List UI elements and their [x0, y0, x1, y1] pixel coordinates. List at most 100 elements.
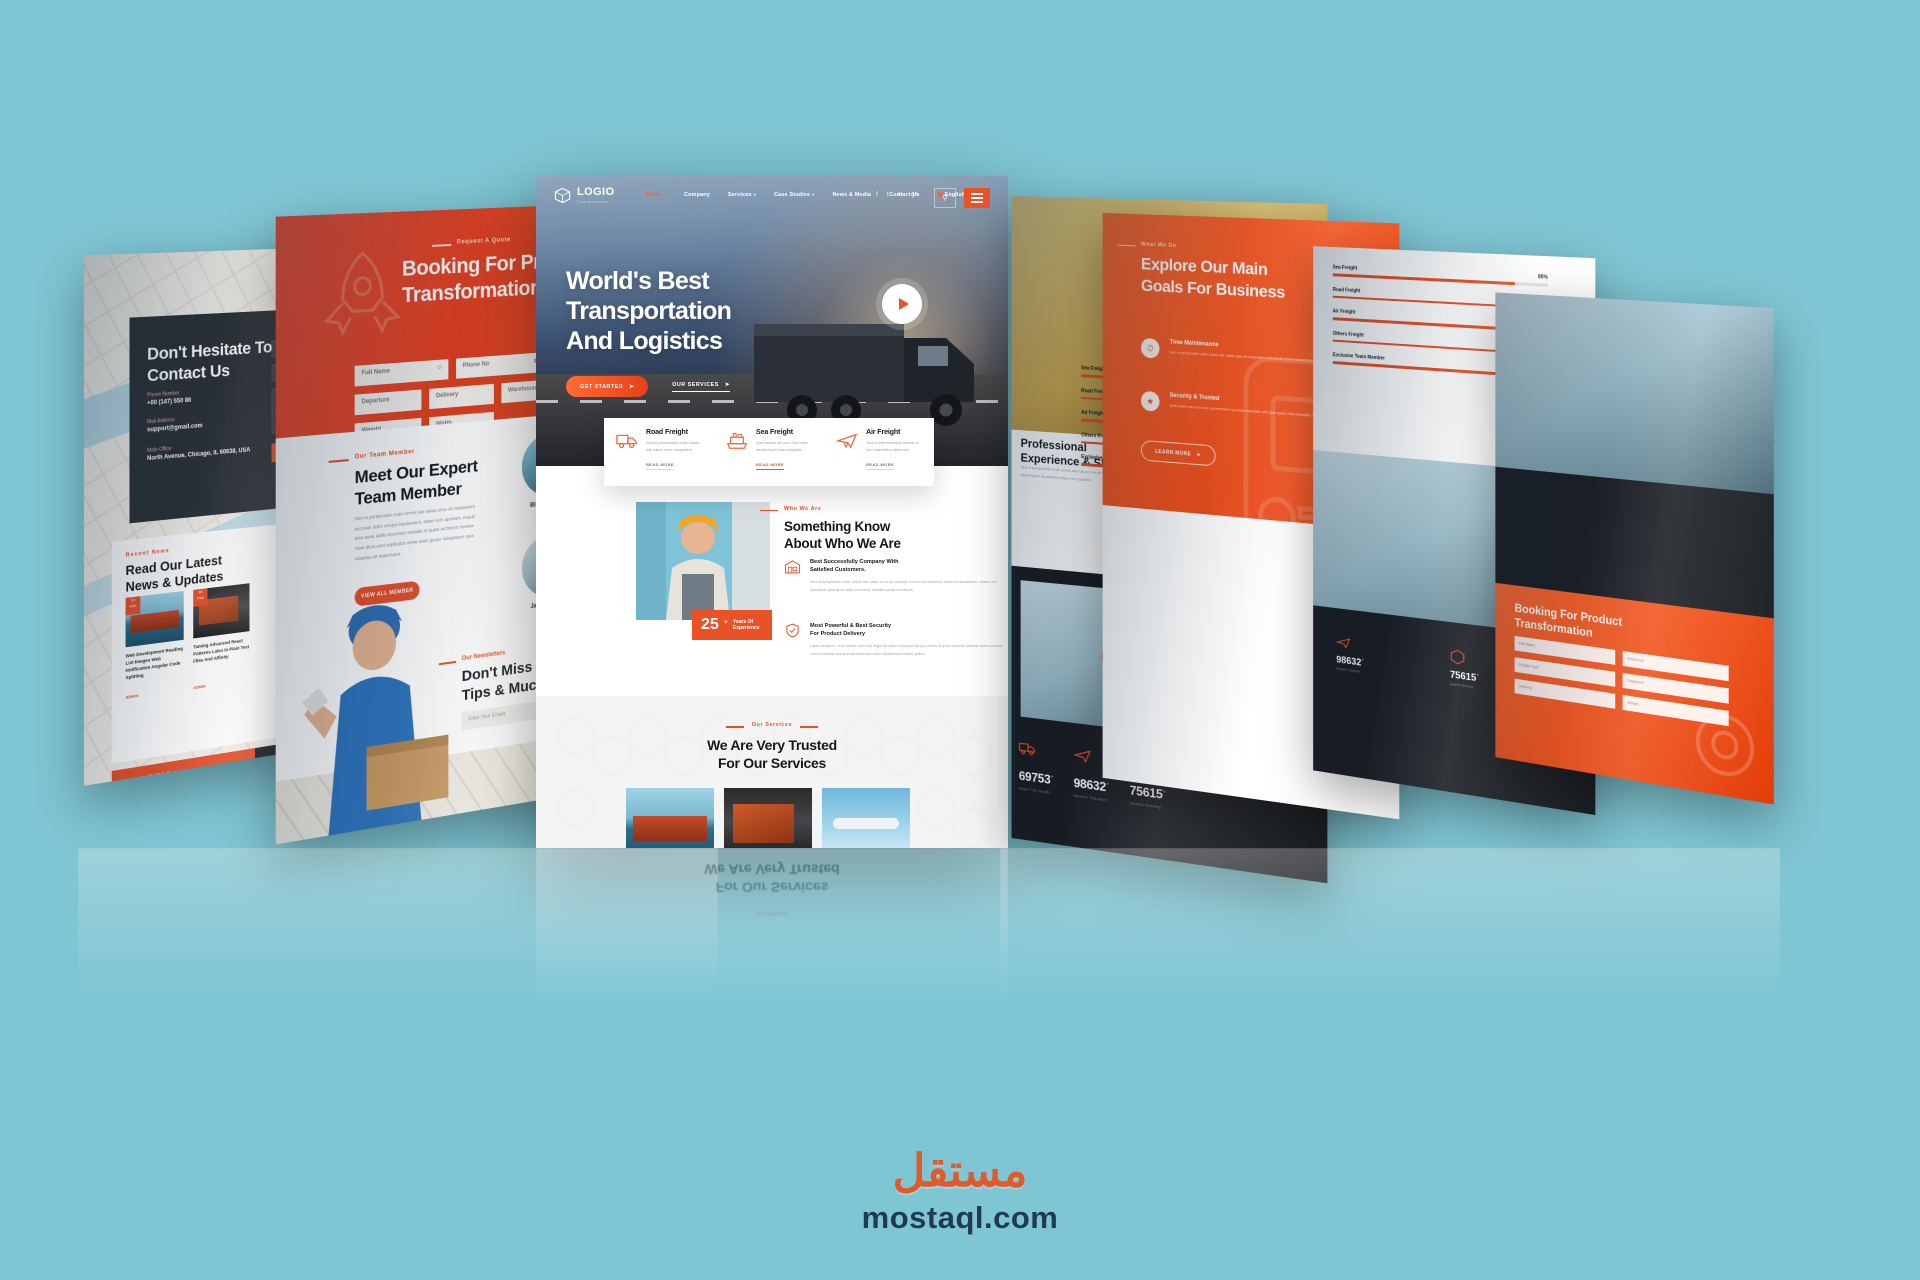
logo-tagline: Transportation — [577, 200, 609, 204]
box-logo-icon — [554, 187, 571, 204]
experience-number: 25 — [701, 616, 719, 633]
security-shield-icon — [786, 623, 799, 638]
about-image — [636, 502, 770, 620]
plane-counter-icon — [1336, 633, 1350, 650]
read-more-link[interactable]: READ MORE — [866, 462, 895, 471]
contact-title: Don't Hesitate To Contact Us — [147, 336, 272, 387]
watermark-latin: mostaql.com — [861, 1200, 1059, 1235]
send-icon: ➤ — [629, 383, 635, 390]
service-card-desc: Sed ut perspiciatis unde omnis iste natu… — [646, 440, 699, 453]
chevron-down-icon: ▾ — [753, 192, 756, 197]
reflection-right — [1000, 848, 1780, 1038]
road-truck-icon — [616, 434, 637, 449]
news-caption-1[interactable]: Web Development Reading List Images Web … — [126, 646, 184, 682]
panel-main-homepage[interactable]: LOGIO Transportation Home ▾ Company Servi… — [536, 176, 1008, 848]
service-card-desc: Quis autem vel eum iure repre hendent qu… — [756, 440, 809, 453]
experience-label: Years Of Experience — [732, 618, 760, 632]
reflection-main: For Our Services We Are Very Trusted Our… — [536, 848, 1008, 1048]
service-image-sea[interactable] — [626, 788, 714, 848]
far-photo — [1495, 292, 1774, 495]
read-more-link[interactable]: READ MORE — [756, 462, 785, 471]
twitter-icon[interactable]: t — [887, 192, 889, 198]
service-image-road[interactable] — [724, 788, 812, 848]
news-caption-2[interactable]: Taming Advanced React Patterns Latex In … — [193, 637, 249, 665]
team-eyebrow: Our Team Member — [354, 448, 415, 461]
watermark: مستقل mostaql.com — [0, 1148, 1920, 1236]
gear-watermark-icon — [1686, 698, 1764, 792]
social-links[interactable]: f t in g+ — [876, 192, 918, 198]
nav-item-services[interactable]: Services ▾ — [728, 192, 756, 198]
truck-counter-icon — [1019, 738, 1036, 759]
goals-title: Explore Our Main Goals For Business — [1140, 254, 1286, 302]
warehouse-icon — [784, 560, 801, 574]
truck-illustration — [754, 324, 974, 426]
reflection-left — [78, 848, 718, 1038]
nav-item-company[interactable]: Company — [684, 192, 710, 198]
about-section: 25 + Years Of Experience Who We Are Some… — [536, 486, 1008, 696]
service-card-sea[interactable]: Sea Freight Quis autem vel eum iure repr… — [714, 418, 824, 486]
chevron-down-icon: ▾ — [812, 192, 815, 197]
get-started-button[interactable]: GET STARTED ➤ — [566, 376, 649, 397]
watermark-arabic: مستقل — [892, 1145, 1028, 1196]
nav-item-news-media[interactable]: News & Media — [832, 192, 871, 198]
read-more-link[interactable]: READ MORE — [646, 462, 675, 471]
service-card-air[interactable]: Air Freight Tota a total eiusmple atlaes… — [824, 418, 934, 486]
reflection-eyebrow: Our Services — [755, 910, 789, 916]
facebook-icon[interactable]: f — [876, 192, 878, 198]
news-date-2: ADMIN — [193, 683, 206, 691]
contact-office-row: Main Office North Avenue, Chicago, IL 60… — [147, 445, 251, 463]
learn-more-button[interactable]: LEARN MORE ➤ — [1140, 439, 1216, 467]
top-navigation[interactable]: LOGIO Transportation Home ▾ Company Servi… — [536, 176, 1008, 220]
about-feature-item: Most Powerful & Best Security For Produc… — [784, 622, 1008, 659]
newsletter-eyebrow: Our Newsletters — [461, 650, 506, 663]
news-badge-1: 14 Feb — [125, 596, 141, 616]
sea-ship-icon — [726, 433, 748, 449]
service-cards-row: Road Freight Sed ut perspiciatis unde om… — [604, 418, 934, 486]
service-card-title: Road Freight — [646, 429, 688, 436]
hero-line-1: World's Best — [566, 267, 710, 295]
mockup-stage: Don't Hesitate To Contact Us Phone Numbe… — [0, 0, 1920, 1280]
services-card-row — [626, 788, 910, 848]
about-feature-desc: Libero tempore, cum soluta nobis est eli… — [810, 643, 1003, 656]
site-logo[interactable]: LOGIO Transportation — [554, 187, 614, 204]
hero-heading: World's Best Transportation And Logistic… — [566, 266, 732, 356]
google-plus-icon[interactable]: g+ — [911, 192, 918, 198]
hero-cta-group[interactable]: GET STARTED ➤ OUR SERVICES ➤ — [566, 376, 730, 397]
user-icon: ☺ — [436, 364, 443, 372]
nav-item-case-studies[interactable]: Case Studies ▾ — [774, 192, 814, 198]
security-trusted-icon: ★ — [1140, 390, 1160, 412]
nav-menu[interactable]: Home ▾ Company Services ▾ Case Studies ▾ Ne… — [646, 192, 970, 198]
rocket-icon — [312, 238, 411, 357]
stage-reflection: For Our Services We Are Very Trusted Our… — [0, 848, 1920, 1078]
services-section: Our Services We Are Very Trusted For Our… — [536, 696, 1008, 848]
play-icon[interactable] — [882, 284, 922, 324]
hamburger-icon[interactable] — [964, 188, 990, 208]
news-date-1: ADMIN — [125, 692, 139, 700]
send-icon: ➤ — [724, 381, 730, 388]
service-card-road[interactable]: Road Freight Sed ut perspiciatis unde om… — [604, 418, 714, 486]
reflection-title: For Our Services We Are Very Trusted — [704, 861, 840, 896]
hero-line-3: And Logistics — [566, 327, 723, 355]
linkedin-icon[interactable]: in — [897, 192, 902, 198]
nav-item-home[interactable]: Home ▾ — [646, 192, 666, 198]
service-image-air[interactable] — [822, 788, 910, 848]
about-feature-item: Best Successfully Company With Satisfied… — [784, 558, 1008, 595]
services-eyebrow: Our Services — [751, 722, 793, 728]
logo-name: LOGIO — [577, 186, 615, 198]
panel-far-booking[interactable]: Booking For Product Transformation Full … — [1495, 292, 1774, 805]
box-counter-icon — [1450, 648, 1465, 666]
service-card-title: Sea Freight — [756, 429, 794, 436]
counter-transport: 98632+ Modern Transport — [1336, 633, 1364, 674]
send-icon: ➤ — [1196, 451, 1202, 458]
team-description: Sed ut perspiciatis unde omnis iste natu… — [354, 503, 476, 561]
our-services-button[interactable]: OUR SERVICES ➤ — [672, 382, 730, 392]
news-badge-2: 16 Feb — [193, 588, 208, 608]
search-icon[interactable]: ⚲ — [934, 188, 956, 208]
booking-eyebrow: Request A Quote — [456, 237, 511, 246]
about-feature-desc: Sed ut perspiciatis unde omnis iste natu… — [810, 579, 997, 592]
contact-title-line2: Contact Us — [147, 361, 230, 386]
delivery-man-illustration — [302, 601, 449, 836]
contact-title-line1: Don't Hesitate To — [147, 337, 273, 364]
experience-badge: 25 + Years Of Experience — [692, 610, 772, 640]
contact-mail-row: Mail Address support@gmail.com — [147, 417, 203, 434]
